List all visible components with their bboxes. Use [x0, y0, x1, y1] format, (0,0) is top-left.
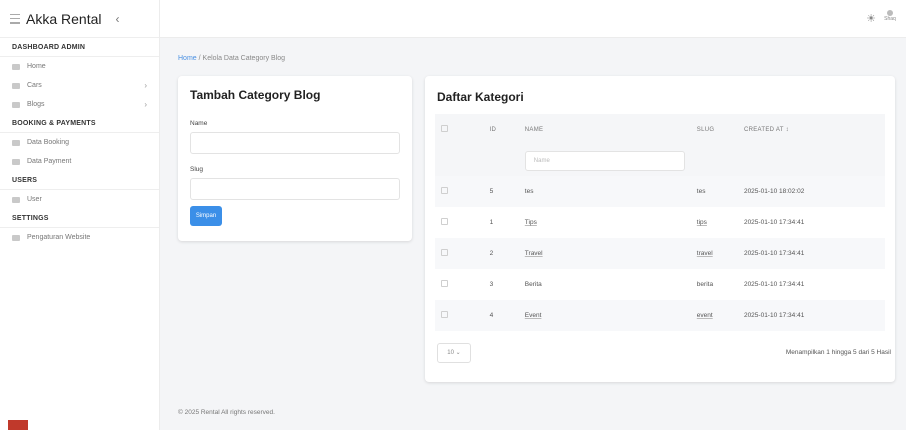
category-table: ID NAME SLUG CREATED AT ↕ Name 5 tes tes… [435, 114, 885, 331]
name-input[interactable] [190, 132, 400, 154]
sidebar-item-label: Home [27, 63, 46, 70]
section-settings: SETTINGS [0, 209, 159, 228]
sidebar-item-pengaturan-website[interactable]: Pengaturan Website [0, 228, 159, 247]
filter-row: Name [435, 145, 885, 176]
payment-icon [12, 158, 20, 165]
collapse-sidebar-icon[interactable]: ‹ [115, 12, 119, 26]
column-slug[interactable]: SLUG [691, 114, 738, 145]
settings-icon [12, 234, 20, 241]
slug-input[interactable] [190, 178, 400, 200]
footer: © 2025 Rental All rights reserved. [178, 409, 275, 416]
save-button[interactable]: Simpan [190, 206, 222, 226]
brand-title: Akka Rental [26, 10, 102, 27]
blog-icon [12, 101, 20, 108]
sun-icon[interactable]: ☀ [866, 12, 876, 25]
name-filter-input[interactable]: Name [524, 150, 685, 171]
section-booking-payments: BOOKING & PAYMENTS [0, 114, 159, 133]
cell-name: Travel [524, 250, 543, 257]
cell-name: Event [524, 312, 542, 319]
sidebar-item-blogs[interactable]: Blogs › [0, 95, 159, 114]
avatar[interactable]: Shaq [882, 8, 898, 24]
sidebar-item-data-booking[interactable]: Data Booking [0, 133, 159, 152]
cell-name: Tips [524, 219, 537, 226]
sidebar-item-label: Data Payment [27, 158, 72, 165]
row-checkbox[interactable] [441, 218, 448, 225]
car-icon [12, 82, 20, 89]
sidebar: Akka Rental ‹ DASHBOARD ADMIN Home Cars … [0, 0, 160, 430]
slug-label: Slug [190, 166, 204, 173]
sidebar-item-label: Data Booking [27, 139, 70, 146]
table-row[interactable]: 4 Event event 2025-01-10 17:34:41 [435, 300, 885, 331]
cell-created-at: 2025-01-10 17:34:41 [743, 219, 805, 226]
page-size-select[interactable]: 10 ⌄ [437, 343, 471, 363]
debug-badge[interactable] [8, 420, 28, 430]
cell-id: 3 [489, 281, 494, 288]
chevron-down-icon: ⌄ [455, 350, 461, 356]
cell-slug: tes [696, 188, 706, 195]
column-created-at-label: CREATED AT [743, 126, 784, 133]
cell-slug: tips [696, 219, 707, 226]
user-icon [12, 196, 20, 203]
table-row[interactable]: 1 Tips tips 2025-01-10 17:34:41 [435, 207, 885, 238]
sidebar-item-label: User [27, 196, 42, 203]
cell-id: 1 [489, 219, 494, 226]
cell-slug: berita [696, 281, 714, 288]
column-created-at[interactable]: CREATED AT ↕ [738, 114, 885, 145]
cell-name: tes [524, 188, 534, 195]
row-checkbox[interactable] [441, 280, 448, 287]
cell-created-at: 2025-01-10 18:02:02 [743, 188, 805, 195]
breadcrumb: Home / Kelola Data Category Blog [178, 55, 285, 62]
table-title: Daftar Kategori [437, 90, 524, 104]
table-row[interactable]: 5 tes tes 2025-01-10 18:02:02 [435, 176, 885, 207]
sidebar-item-label: Pengaturan Website [27, 234, 91, 241]
page-size-value: 10 [447, 350, 454, 356]
topbar: ☀ Shaq [160, 0, 906, 38]
table-row[interactable]: 2 Travel travel 2025-01-10 17:34:41 [435, 238, 885, 269]
cell-created-at: 2025-01-10 17:34:41 [743, 250, 805, 257]
cell-id: 4 [489, 312, 494, 319]
cell-created-at: 2025-01-10 17:34:41 [743, 281, 805, 288]
sidebar-item-label: Cars [27, 82, 42, 89]
cell-name: Berita [524, 281, 542, 288]
sidebar-item-data-payment[interactable]: Data Payment [0, 152, 159, 171]
cell-id: 5 [489, 188, 494, 195]
row-checkbox[interactable] [441, 187, 448, 194]
chevron-right-icon: › [144, 81, 147, 90]
brand: Akka Rental ‹ [0, 0, 159, 38]
section-dashboard-admin: DASHBOARD ADMIN [0, 38, 159, 57]
sidebar-item-home[interactable]: Home [0, 57, 159, 76]
table-row[interactable]: 3 Berita berita 2025-01-10 17:34:41 [435, 269, 885, 300]
table-header-row: ID NAME SLUG CREATED AT ↕ [435, 114, 885, 145]
form-title: Tambah Category Blog [190, 88, 321, 102]
hamburger-icon[interactable] [10, 13, 20, 24]
cell-created-at: 2025-01-10 17:34:41 [743, 312, 805, 319]
home-icon [12, 63, 20, 70]
sidebar-item-label: Blogs [27, 101, 45, 108]
pagination-info: Menampilkan 1 hingga 5 dari 5 Hasil [785, 349, 891, 356]
row-checkbox[interactable] [441, 249, 448, 256]
cell-id: 2 [489, 250, 494, 257]
cell-slug: travel [696, 250, 713, 257]
select-all-checkbox[interactable] [441, 125, 448, 132]
add-category-card: Tambah Category Blog Name Slug Simpan [178, 76, 412, 241]
sidebar-item-cars[interactable]: Cars › [0, 76, 159, 95]
category-list-card: Daftar Kategori ID NAME SLUG CREATED AT … [425, 76, 895, 382]
cell-slug: event [696, 312, 713, 319]
chevron-right-icon: › [144, 100, 147, 109]
breadcrumb-home[interactable]: Home [178, 55, 197, 62]
column-id[interactable]: ID [484, 114, 519, 145]
section-users: USERS [0, 171, 159, 190]
breadcrumb-current: Kelola Data Category Blog [202, 55, 286, 62]
booking-icon [12, 139, 20, 146]
name-label: Name [190, 120, 208, 127]
sidebar-item-user[interactable]: User [0, 190, 159, 209]
column-name[interactable]: NAME [519, 114, 691, 145]
row-checkbox[interactable] [441, 311, 448, 318]
sort-icon: ↕ [785, 126, 789, 133]
